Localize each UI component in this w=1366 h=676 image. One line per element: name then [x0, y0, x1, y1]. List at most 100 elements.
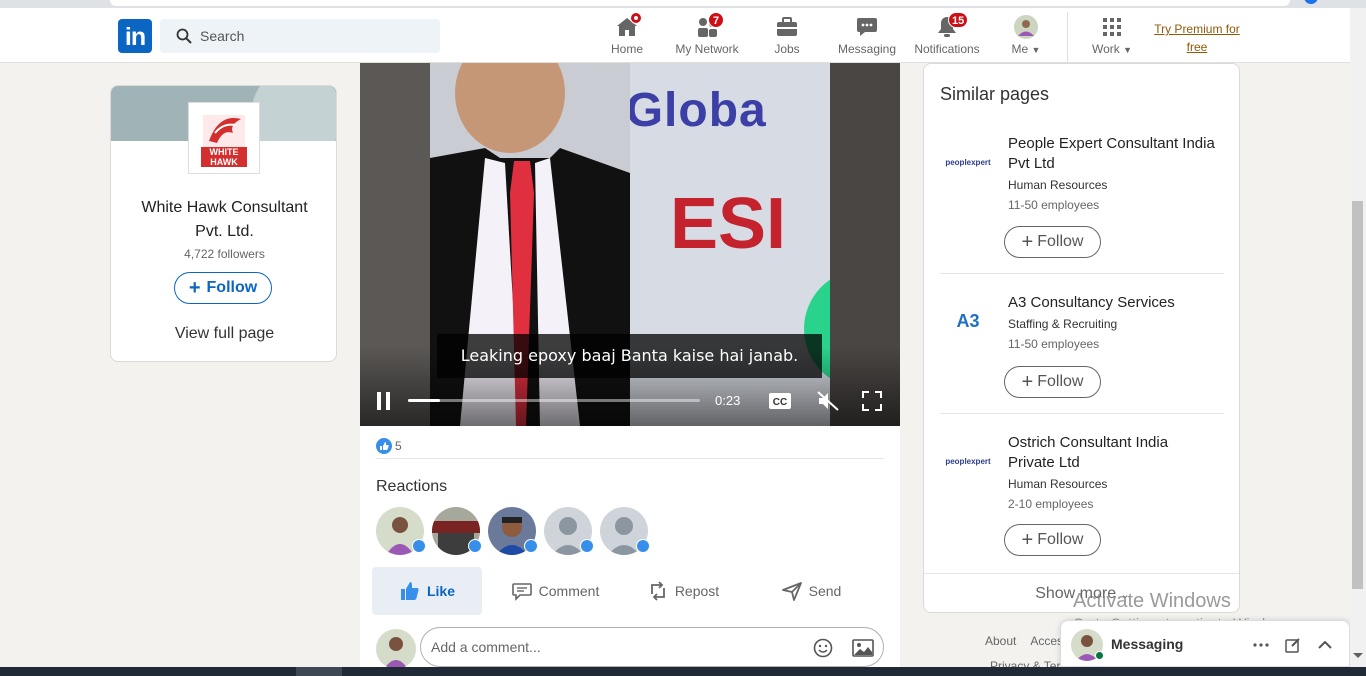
- reactor-list: [376, 507, 650, 555]
- similar-page-industry: Human Resources: [1008, 178, 1108, 192]
- taskbar-active-app[interactable]: [296, 667, 342, 676]
- browser-tab-strip: [0, 0, 1366, 8]
- similar-page-size: 11-50 employees: [1008, 198, 1100, 212]
- company-logo[interactable]: A3: [940, 293, 996, 349]
- nav-label: My Network: [675, 42, 739, 56]
- follow-button[interactable]: + Follow: [1004, 366, 1101, 398]
- nav-messaging[interactable]: Messaging: [836, 14, 898, 64]
- video-progress-bar[interactable]: [408, 399, 700, 402]
- scrollbar-thumb[interactable]: [1352, 201, 1363, 589]
- video-banner-red: ESI: [670, 184, 787, 264]
- messaging-overlay[interactable]: Messaging: [1060, 620, 1350, 667]
- like-badge-icon: [636, 539, 650, 553]
- view-full-page-link[interactable]: View full page: [111, 325, 336, 343]
- similar-page-name[interactable]: People Expert Consultant India Pvt Ltd: [1008, 134, 1218, 174]
- try-premium-link[interactable]: Try Premium for free: [1150, 20, 1244, 56]
- footer-links: About Acces: [985, 634, 1063, 648]
- muted-icon: [817, 391, 839, 411]
- more-options-icon[interactable]: [1251, 635, 1271, 655]
- comment-input[interactable]: [431, 628, 801, 666]
- nav-my-network[interactable]: 7 My Network: [672, 12, 742, 64]
- page-scrollbar[interactable]: [1350, 8, 1366, 668]
- image-icon[interactable]: [852, 638, 874, 658]
- follow-button[interactable]: + Follow: [174, 272, 272, 304]
- like-icon: [400, 582, 419, 600]
- footer-link-accessibility[interactable]: Acces: [1030, 634, 1063, 648]
- video-player[interactable]: am Globa ESI Leaking epoxy baaj Banta ka…: [360, 63, 900, 426]
- follow-button[interactable]: + Follow: [1004, 226, 1101, 258]
- nav-home[interactable]: Home: [606, 12, 648, 64]
- company-card: WHITE HAWK White Hawk Consultant Pvt. Lt…: [110, 85, 337, 362]
- post-card: am Globa ESI Leaking epoxy baaj Banta ka…: [360, 63, 900, 676]
- emoji-icon[interactable]: [813, 638, 833, 658]
- fullscreen-button[interactable]: [860, 389, 884, 413]
- profile-icon[interactable]: [1304, 0, 1318, 4]
- pause-button[interactable]: [372, 389, 396, 413]
- reactor-avatar[interactable]: [432, 507, 482, 555]
- video-progress-fill: [408, 399, 441, 402]
- global-nav: in Home 7 My Network Jobs Messaging 1: [0, 8, 1350, 63]
- fullscreen-icon: [862, 391, 882, 411]
- chat-icon: [857, 18, 877, 36]
- similar-pages-card: Similar pages peoplexpert People Expert …: [923, 63, 1240, 613]
- similar-page-name[interactable]: A3 Consultancy Services: [1008, 293, 1218, 313]
- similar-page-industry: Staffing & Recruiting: [1008, 317, 1118, 331]
- followers-count: 4,722 followers: [184, 247, 265, 261]
- captions-button[interactable]: CC: [768, 389, 792, 413]
- notifications-badge: 15: [948, 12, 969, 28]
- like-badge-icon: [524, 539, 538, 553]
- footer-link-about[interactable]: About: [985, 634, 1016, 648]
- similar-pages-title: Similar pages: [940, 84, 1050, 104]
- chevron-up-icon[interactable]: [1315, 635, 1335, 655]
- reactor-avatar[interactable]: [488, 507, 538, 555]
- video-time: 0:23: [715, 393, 741, 408]
- plus-icon: +: [1021, 371, 1034, 393]
- like-count: 5: [395, 439, 402, 453]
- nav-jobs[interactable]: Jobs: [768, 14, 806, 64]
- os-taskbar: [0, 667, 1366, 676]
- similar-page-name[interactable]: Ostrich Consultant India Private Ltd: [1008, 433, 1218, 473]
- search-input[interactable]: [200, 19, 430, 53]
- reaction-count-row[interactable]: 5: [376, 433, 402, 459]
- home-notification-dot: [630, 12, 642, 24]
- company-logo[interactable]: peoplexpert: [940, 433, 996, 489]
- nav-notifications[interactable]: 15 Notifications: [912, 12, 982, 64]
- reactor-avatar[interactable]: [600, 507, 650, 555]
- nav-label: Work ▼: [1091, 42, 1133, 56]
- comment-button[interactable]: Comment: [500, 567, 610, 615]
- send-button[interactable]: Send: [756, 567, 866, 615]
- scroll-down-arrow-icon[interactable]: [1353, 653, 1363, 658]
- like-reaction-icon: [376, 438, 392, 454]
- online-status-dot: [1095, 651, 1104, 660]
- chevron-down-icon: ▼: [1123, 45, 1133, 55]
- repost-icon: [650, 581, 665, 601]
- linkedin-logo-icon[interactable]: in: [118, 19, 152, 53]
- nav-label: Home: [610, 42, 643, 56]
- svg-text:A3: A3: [956, 311, 979, 331]
- similar-page-item: A3 A3 Consultancy Services Staffing & Re…: [940, 293, 1224, 423]
- video-controls: 0:23 CC: [360, 383, 900, 417]
- like-badge-icon: [580, 539, 594, 553]
- like-badge-icon: [412, 539, 426, 553]
- like-button[interactable]: Like: [372, 567, 482, 615]
- send-icon: [781, 582, 802, 601]
- svg-text:CC: CC: [773, 397, 787, 408]
- nav-work[interactable]: Work ▼: [1088, 14, 1136, 64]
- comment-box[interactable]: [420, 627, 884, 667]
- reactor-avatar[interactable]: [544, 507, 594, 555]
- similar-page-item: peoplexpert People Expert Consultant Ind…: [940, 134, 1224, 274]
- search-bar[interactable]: [160, 19, 440, 53]
- company-logo[interactable]: WHITE HAWK: [188, 102, 260, 174]
- nav-me[interactable]: Me ▼: [1004, 14, 1048, 64]
- company-logo[interactable]: peoplexpert: [940, 134, 996, 190]
- repost-button[interactable]: Repost: [628, 567, 738, 615]
- messaging-title: Messaging: [1111, 636, 1184, 652]
- post-actions: Like Comment Repost Send: [372, 567, 888, 615]
- company-name[interactable]: White Hawk Consultant Pvt. Ltd.: [111, 196, 336, 244]
- mute-button[interactable]: [816, 389, 840, 413]
- follow-button[interactable]: + Follow: [1004, 524, 1101, 556]
- video-caption: Leaking epoxy baaj Banta kaise hai janab…: [437, 334, 822, 378]
- compose-icon[interactable]: [1283, 635, 1303, 655]
- reactor-avatar[interactable]: [376, 507, 426, 555]
- address-bar[interactable]: [110, 0, 1290, 6]
